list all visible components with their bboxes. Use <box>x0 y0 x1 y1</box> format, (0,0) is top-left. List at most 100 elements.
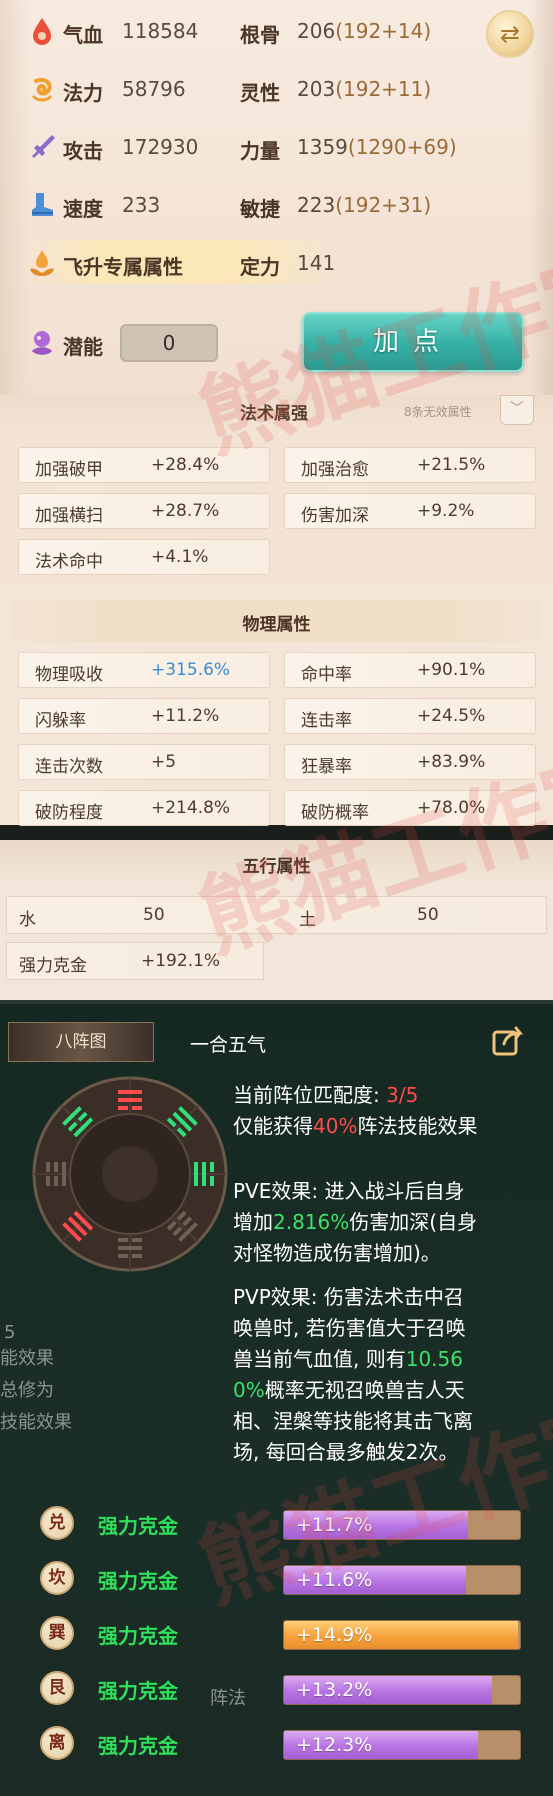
strength-value: 1359(1290+69) <box>297 135 457 159</box>
bonus-name: 强力克金 <box>98 1734 178 1758</box>
pvp-line-6: 场, 每回合最多触发2次。 <box>233 1440 459 1464</box>
share-glyph-icon <box>492 1026 524 1056</box>
constitution-value: 206(192+14) <box>297 19 432 43</box>
physical-item-label: 连击率 <box>301 711 352 731</box>
bonus-bar: +13.2% <box>283 1675 521 1705</box>
physical-item-label: 闪躲率 <box>35 711 86 731</box>
bonus-value: +11.7% <box>296 1514 373 1536</box>
hp-value: 118584 <box>122 19 199 43</box>
magic-item-value: +28.7% <box>151 501 220 521</box>
physical-item-label: 命中率 <box>301 665 352 685</box>
physical-item: 破防程度 +214.8% <box>18 790 270 826</box>
match-line: 当前阵位匹配度: 3/5 <box>233 1083 419 1107</box>
flame-lotus-icon <box>30 250 54 276</box>
formation-name: 一合五气 <box>190 1034 267 1056</box>
pve-line-2: 增加2.816%伤害加深(自身 <box>233 1210 478 1234</box>
magic-item-label: 加强治愈 <box>301 460 369 480</box>
physical-item-label: 破防程度 <box>35 803 103 823</box>
potential-value-field: 0 <box>120 324 218 362</box>
bonus-name: 强力克金 <box>98 1514 178 1538</box>
physical-item-value: +11.2% <box>151 706 220 726</box>
elements-title: 五行属性 <box>242 857 311 877</box>
trigram-badge-icon: 兑 <box>40 1506 74 1540</box>
chevron-down-icon[interactable]: ﹀ <box>500 395 534 425</box>
attr-row-hp: 气血 118584 根骨 206(192+14) <box>0 11 553 51</box>
physical-item-value: +78.0% <box>417 798 486 818</box>
bonus-name: 强力克金 <box>98 1624 178 1648</box>
bagua-wheel-icon <box>32 1076 228 1272</box>
trigram-badge-icon: 离 <box>40 1726 74 1760</box>
physical-item-label: 破防概率 <box>301 803 369 823</box>
earth-label: 土 <box>299 910 316 930</box>
physical-item-value: +90.1% <box>417 660 486 680</box>
pvp-line-2: 唤兽时, 若伤害值大于召唤 <box>233 1316 466 1340</box>
mp-value: 58796 <box>122 77 186 101</box>
magic-title: 法术属强 <box>240 404 308 424</box>
physical-item-label: 物理吸收 <box>35 665 103 685</box>
refresh-icon[interactable]: ⇄ <box>486 10 534 58</box>
sword-icon <box>32 135 55 158</box>
physical-item: 闪躲率 +11.2% <box>18 698 270 734</box>
pve-line-1: PVE效果: 进入战斗后自身 <box>233 1179 465 1203</box>
magic-item: 加强横扫 +28.7% <box>18 493 270 529</box>
elements-panel: 五行属性 水 50 土 50 强力克金 +192.1% <box>0 840 553 1000</box>
share-icon[interactable] <box>488 1022 528 1062</box>
physical-item: 狂暴率 +83.9% <box>284 744 536 780</box>
bonus-bar: +11.7% <box>283 1510 521 1540</box>
attr-row-attack: 攻击 172930 力量 1359(1290+69) <box>0 127 553 167</box>
magic-item-value: +9.2% <box>417 501 475 521</box>
agility-value: 223(192+31) <box>297 193 432 217</box>
bonus-bar: +14.9% <box>283 1620 521 1650</box>
magic-item-label: 加强破甲 <box>35 460 103 480</box>
bonus-value: +14.9% <box>296 1624 373 1646</box>
spirit-value: 203(192+11) <box>297 77 432 101</box>
speed-label: 速度 <box>63 197 103 221</box>
physical-title-band: 物理属性 <box>12 600 541 642</box>
elements-header: 五行属性 <box>0 840 553 886</box>
tab-bagua[interactable]: 八阵图 <box>8 1022 154 1062</box>
pvp-line-1: PVP效果: 伤害法术击中召 <box>233 1285 464 1309</box>
ghost-text: 5 <box>4 1322 16 1343</box>
trigram-badge-icon: 巽 <box>40 1616 74 1650</box>
blood-drop-icon <box>33 18 51 45</box>
attribute-panel: 气血 118584 根骨 206(192+14) 法力 58796 灵性 203… <box>0 0 553 395</box>
metal-label: 强力克金 <box>19 956 87 976</box>
magic-item: 伤害加深 +9.2% <box>284 493 536 529</box>
magic-item-label: 法术命中 <box>35 552 103 572</box>
bonus-row: 离强力克金 +12.3% <box>0 1720 553 1768</box>
physical-item: 物理吸收 +315.6% <box>18 652 270 688</box>
bonus-name: 强力克金 <box>98 1679 178 1703</box>
mana-swirl-icon <box>32 78 52 102</box>
potential-icon <box>32 331 52 355</box>
attr-row-mp: 法力 58796 灵性 203(192+11) <box>0 69 553 109</box>
metal-value: +192.1% <box>141 951 221 971</box>
water-value: 50 <box>143 905 165 925</box>
mp-label: 法力 <box>63 81 103 105</box>
water-label: 水 <box>19 910 36 930</box>
physical-item-value: +83.9% <box>417 752 486 772</box>
potential-label: 潜能 <box>63 335 103 359</box>
attack-label: 攻击 <box>63 139 103 163</box>
ascend-label: 飞升专属属性 <box>63 255 183 279</box>
bonus-value: +11.6% <box>296 1569 373 1591</box>
hp-label: 气血 <box>63 23 103 47</box>
physical-item-value: +24.5% <box>417 706 486 726</box>
attr-row-ascend: 飞升专属属性 定力 141 <box>0 243 553 283</box>
pvp-line-3: 兽当前气血值, 则有10.56 <box>233 1347 463 1371</box>
invalid-attr-hint: 8条无效属性 <box>404 405 472 419</box>
add-point-button[interactable]: 加点 <box>302 312 524 372</box>
bonus-row: 坎强力克金 +11.6% <box>0 1555 553 1603</box>
magic-item: 法术命中 +4.1% <box>18 539 270 575</box>
attr-row-speed: 速度 233 敏捷 223(192+31) <box>0 185 553 225</box>
physical-item: 连击次数 +5 <box>18 744 270 780</box>
physical-panel: 物理属性 物理吸收 +315.6% 命中率 +90.1% 闪躲率 +11.2% … <box>0 582 553 826</box>
bonus-bar: +11.6% <box>283 1565 521 1595</box>
bonus-name: 强力克金 <box>98 1569 178 1593</box>
magic-item: 加强破甲 +28.4% <box>18 447 270 483</box>
bonus-row: 巽强力克金 +14.9% <box>0 1610 553 1658</box>
element-row: 强力克金 +192.1% <box>6 942 264 980</box>
bonus-value: +13.2% <box>296 1679 373 1701</box>
magic-boost-panel: 法术属强 8条无效属性 ﹀ 加强破甲 +28.4% 加强治愈 +21.5% 加强… <box>0 395 553 582</box>
trigram-badge-icon: 坎 <box>40 1561 74 1595</box>
spirit-label: 灵性 <box>240 81 280 105</box>
